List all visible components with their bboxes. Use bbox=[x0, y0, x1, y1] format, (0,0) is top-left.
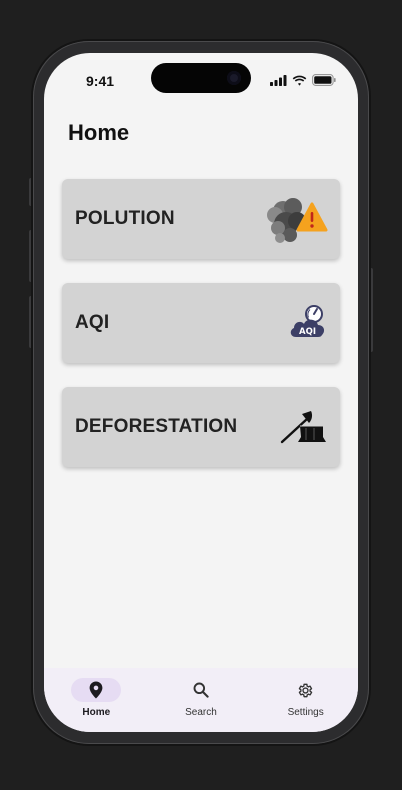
axe-tree-stump-icon bbox=[280, 409, 328, 445]
power-button bbox=[369, 268, 373, 352]
pollution-smoke-warning-icon bbox=[266, 193, 328, 245]
location-pin-icon bbox=[89, 681, 103, 699]
front-camera bbox=[227, 71, 241, 85]
nav-settings-label: Settings bbox=[287, 707, 324, 718]
dynamic-island bbox=[151, 63, 251, 93]
nav-settings[interactable]: Settings bbox=[266, 678, 346, 718]
status-time: 9:41 bbox=[86, 73, 115, 89]
nav-settings-indicator bbox=[281, 678, 331, 702]
gear-icon bbox=[298, 683, 313, 697]
battery-icon bbox=[312, 74, 336, 86]
nav-home[interactable]: Home bbox=[56, 678, 136, 718]
nav-home-label: Home bbox=[82, 707, 111, 718]
nav-search[interactable]: Search bbox=[161, 678, 241, 718]
deforestation-card[interactable]: DEFORESTATION bbox=[62, 387, 340, 467]
bottom-navigation: Home Search Settings bbox=[44, 668, 358, 732]
nav-search-label: Search bbox=[185, 707, 217, 718]
nav-search-indicator bbox=[176, 678, 226, 702]
status-icons bbox=[270, 73, 336, 87]
search-icon bbox=[193, 682, 209, 698]
pollution-card-label: POLUTION bbox=[75, 208, 175, 229]
aqi-card[interactable]: AQI AQI bbox=[62, 283, 340, 363]
aqi-card-label: AQI bbox=[75, 312, 110, 333]
wifi-icon bbox=[292, 75, 307, 86]
aqi-cloud-gauge-icon: AQI bbox=[288, 304, 328, 342]
pollution-card[interactable]: POLUTION bbox=[62, 179, 340, 259]
deforestation-card-label: DEFORESTATION bbox=[75, 416, 238, 437]
page-title: Home bbox=[68, 120, 130, 145]
cellular-signal-icon bbox=[270, 74, 287, 86]
nav-home-indicator bbox=[71, 678, 122, 702]
app-screen: 9:41 Home POLUTION AQI AQI DEFORESTATION… bbox=[44, 53, 358, 732]
svg-text:AQI: AQI bbox=[299, 327, 316, 337]
